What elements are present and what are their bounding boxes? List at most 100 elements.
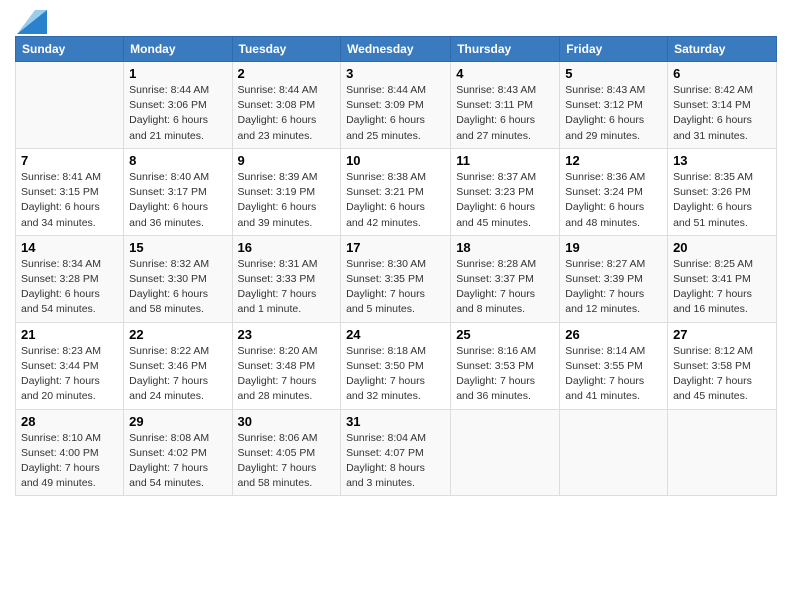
day-number: 6 (673, 66, 771, 81)
calendar-cell: 11Sunrise: 8:37 AMSunset: 3:23 PMDayligh… (451, 148, 560, 235)
day-info: Sunrise: 8:04 AMSunset: 4:07 PMDaylight:… (346, 431, 445, 492)
day-info: Sunrise: 8:31 AMSunset: 3:33 PMDaylight:… (238, 257, 336, 318)
day-number: 24 (346, 327, 445, 342)
week-row-1: 1Sunrise: 8:44 AMSunset: 3:06 PMDaylight… (16, 62, 777, 149)
day-info: Sunrise: 8:27 AMSunset: 3:39 PMDaylight:… (565, 257, 662, 318)
calendar-cell: 2 Sunrise: 8:44 AMSunset: 3:08 PMDaylight… (232, 62, 341, 149)
day-number: 3 (346, 66, 445, 81)
day-header-sunday: Sunday (16, 37, 124, 62)
calendar-cell: 16 Sunrise: 8:31 AMSunset: 3:33 PMDayligh… (232, 235, 341, 322)
day-number: 30 (238, 414, 336, 429)
calendar-cell: 24 Sunrise: 8:18 AMSunset: 3:50 PMDayligh… (341, 322, 451, 409)
calendar-cell: 25 Sunrise: 8:16 AMSunset: 3:53 PMDayligh… (451, 322, 560, 409)
calendar-cell: 22 Sunrise: 8:22 AMSunset: 3:46 PMDayligh… (124, 322, 232, 409)
week-row-4: 21 Sunrise: 8:23 AMSunset: 3:44 PMDayligh… (16, 322, 777, 409)
day-info: Sunrise: 8:14 AMSunset: 3:55 PMDaylight:… (565, 344, 662, 405)
calendar-cell: 12Sunrise: 8:36 AMSunset: 3:24 PMDayligh… (560, 148, 668, 235)
day-info: Sunrise: 8:32 AMSunset: 3:30 PMDaylight:… (129, 257, 226, 318)
day-header-monday: Monday (124, 37, 232, 62)
day-info: Sunrise: 8:30 AMSunset: 3:35 PMDaylight:… (346, 257, 445, 318)
day-number: 25 (456, 327, 554, 342)
header (15, 10, 777, 30)
day-number: 27 (673, 327, 771, 342)
header-row: SundayMondayTuesdayWednesdayThursdayFrid… (16, 37, 777, 62)
week-row-5: 28Sunrise: 8:10 AMSunset: 4:00 PMDayligh… (16, 409, 777, 496)
day-header-thursday: Thursday (451, 37, 560, 62)
calendar-cell: 10 Sunrise: 8:38 AMSunset: 3:21 PMDayligh… (341, 148, 451, 235)
day-info: Sunrise: 8:44 AMSunset: 3:09 PMDaylight:… (346, 83, 445, 144)
calendar-cell: 27 Sunrise: 8:12 AMSunset: 3:58 PMDayligh… (668, 322, 777, 409)
day-number: 4 (456, 66, 554, 81)
day-number: 11 (456, 153, 554, 168)
day-info: Sunrise: 8:22 AMSunset: 3:46 PMDaylight:… (129, 344, 226, 405)
day-info: Sunrise: 8:40 AMSunset: 3:17 PMDaylight:… (129, 170, 226, 231)
calendar-cell: 13 Sunrise: 8:35 AMSunset: 3:26 PMDayligh… (668, 148, 777, 235)
day-number: 29 (129, 414, 226, 429)
calendar-cell (560, 409, 668, 496)
day-header-tuesday: Tuesday (232, 37, 341, 62)
day-info: Sunrise: 8:38 AMSunset: 3:21 PMDaylight:… (346, 170, 445, 231)
day-info: Sunrise: 8:08 AMSunset: 4:02 PMDaylight:… (129, 431, 226, 492)
day-number: 20 (673, 240, 771, 255)
calendar-cell: 29 Sunrise: 8:08 AMSunset: 4:02 PMDayligh… (124, 409, 232, 496)
day-info: Sunrise: 8:44 AMSunset: 3:08 PMDaylight:… (238, 83, 336, 144)
day-header-friday: Friday (560, 37, 668, 62)
day-info: Sunrise: 8:42 AMSunset: 3:14 PMDaylight:… (673, 83, 771, 144)
calendar-cell: 14Sunrise: 8:34 AMSunset: 3:28 PMDayligh… (16, 235, 124, 322)
calendar-cell: 31Sunrise: 8:04 AMSunset: 4:07 PMDayligh… (341, 409, 451, 496)
day-info: Sunrise: 8:25 AMSunset: 3:41 PMDaylight:… (673, 257, 771, 318)
day-header-wednesday: Wednesday (341, 37, 451, 62)
calendar-cell: 5 Sunrise: 8:43 AMSunset: 3:12 PMDaylight… (560, 62, 668, 149)
day-info: Sunrise: 8:06 AMSunset: 4:05 PMDaylight:… (238, 431, 336, 492)
calendar-cell (668, 409, 777, 496)
calendar-cell: 4 Sunrise: 8:43 AMSunset: 3:11 PMDaylight… (451, 62, 560, 149)
day-info: Sunrise: 8:41 AMSunset: 3:15 PMDaylight:… (21, 170, 118, 231)
day-info: Sunrise: 8:39 AMSunset: 3:19 PMDaylight:… (238, 170, 336, 231)
logo-icon (17, 10, 47, 34)
day-number: 10 (346, 153, 445, 168)
day-info: Sunrise: 8:43 AMSunset: 3:12 PMDaylight:… (565, 83, 662, 144)
calendar-cell (16, 62, 124, 149)
logo (15, 10, 47, 30)
calendar-cell: 17 Sunrise: 8:30 AMSunset: 3:35 PMDayligh… (341, 235, 451, 322)
calendar-cell (451, 409, 560, 496)
day-number: 16 (238, 240, 336, 255)
day-number: 2 (238, 66, 336, 81)
day-info: Sunrise: 8:43 AMSunset: 3:11 PMDaylight:… (456, 83, 554, 144)
day-info: Sunrise: 8:35 AMSunset: 3:26 PMDaylight:… (673, 170, 771, 231)
day-number: 5 (565, 66, 662, 81)
calendar-cell: 3 Sunrise: 8:44 AMSunset: 3:09 PMDaylight… (341, 62, 451, 149)
calendar-cell: 30 Sunrise: 8:06 AMSunset: 4:05 PMDayligh… (232, 409, 341, 496)
day-number: 7 (21, 153, 118, 168)
calendar-table: SundayMondayTuesdayWednesdayThursdayFrid… (15, 36, 777, 496)
day-info: Sunrise: 8:44 AMSunset: 3:06 PMDaylight:… (129, 83, 226, 144)
day-info: Sunrise: 8:18 AMSunset: 3:50 PMDaylight:… (346, 344, 445, 405)
day-info: Sunrise: 8:23 AMSunset: 3:44 PMDaylight:… (21, 344, 118, 405)
day-number: 9 (238, 153, 336, 168)
calendar-cell: 21 Sunrise: 8:23 AMSunset: 3:44 PMDayligh… (16, 322, 124, 409)
day-number: 15 (129, 240, 226, 255)
week-row-3: 14Sunrise: 8:34 AMSunset: 3:28 PMDayligh… (16, 235, 777, 322)
day-number: 8 (129, 153, 226, 168)
day-info: Sunrise: 8:16 AMSunset: 3:53 PMDaylight:… (456, 344, 554, 405)
day-number: 12 (565, 153, 662, 168)
day-number: 26 (565, 327, 662, 342)
calendar-cell: 8 Sunrise: 8:40 AMSunset: 3:17 PMDaylight… (124, 148, 232, 235)
calendar-cell: 7 Sunrise: 8:41 AMSunset: 3:15 PMDaylight… (16, 148, 124, 235)
day-number: 17 (346, 240, 445, 255)
day-info: Sunrise: 8:10 AMSunset: 4:00 PMDaylight:… (21, 431, 118, 492)
day-info: Sunrise: 8:12 AMSunset: 3:58 PMDaylight:… (673, 344, 771, 405)
day-number: 13 (673, 153, 771, 168)
calendar-cell: 19 Sunrise: 8:27 AMSunset: 3:39 PMDayligh… (560, 235, 668, 322)
calendar-cell: 15 Sunrise: 8:32 AMSunset: 3:30 PMDayligh… (124, 235, 232, 322)
calendar-cell: 28Sunrise: 8:10 AMSunset: 4:00 PMDayligh… (16, 409, 124, 496)
calendar-cell: 26 Sunrise: 8:14 AMSunset: 3:55 PMDayligh… (560, 322, 668, 409)
day-number: 22 (129, 327, 226, 342)
week-row-2: 7 Sunrise: 8:41 AMSunset: 3:15 PMDaylight… (16, 148, 777, 235)
main-container: SundayMondayTuesdayWednesdayThursdayFrid… (0, 0, 792, 506)
day-number: 21 (21, 327, 118, 342)
day-number: 18 (456, 240, 554, 255)
day-number: 19 (565, 240, 662, 255)
calendar-cell: 9 Sunrise: 8:39 AMSunset: 3:19 PMDaylight… (232, 148, 341, 235)
day-number: 23 (238, 327, 336, 342)
